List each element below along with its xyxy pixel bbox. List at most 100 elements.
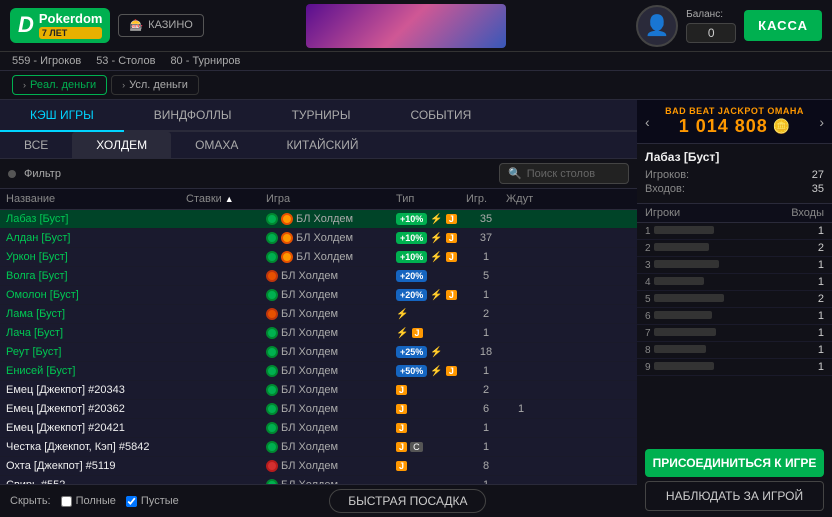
hide-label: Скрыть: <box>10 495 51 507</box>
join-button[interactable]: ПРИСОЕДИНИТЬСЯ К ИГРЕ <box>645 449 824 477</box>
bonus-badge: +20% <box>396 289 427 301</box>
jackpot-prev-icon[interactable]: ‹ <box>645 114 650 130</box>
row-type: J <box>396 422 466 434</box>
chip-icon <box>266 251 278 263</box>
table-row[interactable]: Волга [Буст] БЛ Холдем +20% 5 <box>0 267 637 286</box>
nav-windfall[interactable]: ВИНДФОЛЛЫ <box>124 100 262 132</box>
casino-label: КАЗИНО <box>148 19 193 31</box>
quick-seat-button[interactable]: БЫСТРАЯ ПОСАДКА <box>329 489 486 513</box>
player-row[interactable]: 1 1 <box>637 223 832 240</box>
nav-cash-games[interactable]: КЭШ ИГРЫ <box>0 100 124 132</box>
player-row[interactable]: 2 2 <box>637 240 832 257</box>
table-row[interactable]: Омолон [Буст] БЛ Холдем +20% ⚡ J 1 <box>0 286 637 305</box>
game-name: БЛ Холдем <box>281 327 338 339</box>
game-name: БЛ Холдем <box>281 270 338 282</box>
casino-button[interactable]: 🎰 КАЗИНО <box>118 14 203 37</box>
col-bets[interactable]: Ставки ▲ <box>186 193 266 205</box>
player-entries: 1 <box>764 327 824 339</box>
table-row[interactable]: Лабаз [Буст] БЛ Холдем +10% ⚡ J 35 <box>0 210 637 229</box>
player-row[interactable]: 7 1 <box>637 325 832 342</box>
chip-icon <box>266 346 278 358</box>
player-row[interactable]: 9 1 <box>637 359 832 376</box>
player-entries: 1 <box>764 276 824 288</box>
col-name[interactable]: Название <box>6 193 186 205</box>
table-row[interactable]: Енисей [Буст] БЛ Холдем +50% ⚡ J 1 <box>0 362 637 381</box>
watch-button[interactable]: НАБЛЮДАТЬ ЗА ИГРОЙ <box>645 481 824 511</box>
table-row[interactable]: Алдан [Буст] БЛ Холдем +10% ⚡ J 37 <box>0 229 637 248</box>
row-name: Енисей [Буст] <box>6 365 186 377</box>
row-name: Лама [Буст] <box>6 308 186 320</box>
row-players: 1 <box>466 365 506 377</box>
row-wait: 1 <box>506 403 536 415</box>
col-type[interactable]: Тип <box>396 193 466 205</box>
lightning-icon: ⚡ <box>396 328 408 339</box>
nav-events[interactable]: СОБЫТИЯ <box>380 100 501 132</box>
chip-icon <box>266 232 278 244</box>
nav-tournaments[interactable]: ТУРНИРЫ <box>262 100 381 132</box>
row-players: 35 <box>466 213 506 225</box>
lightning-icon: ⚡ <box>430 214 442 225</box>
right-panel: ‹ BAD BEAT JACKPOT OMAHA 1 014 808 🪙 › Л… <box>637 100 832 517</box>
logo-badge[interactable]: D Pokerdom 7 ЛЕТ <box>10 8 110 42</box>
empty-tables-filter[interactable]: Пустые <box>126 495 179 507</box>
row-name: Омолон [Буст] <box>6 289 186 301</box>
empty-checkbox[interactable] <box>126 496 137 507</box>
sub-nav: ВСЕ ХОЛДЕМ ОМАХА КИТАЙСКИЙ <box>0 132 637 159</box>
balance-area: Баланс: 0 <box>686 9 736 43</box>
money-tab-real[interactable]: › Реал. деньги <box>12 75 107 95</box>
kasca-button[interactable]: КАССА <box>744 10 822 41</box>
row-game: БЛ Холдем <box>266 365 396 377</box>
table-row[interactable]: Уркон [Буст] БЛ Холдем +10% ⚡ J 1 <box>0 248 637 267</box>
jackpot-next-icon[interactable]: › <box>819 114 824 130</box>
chip-icon <box>266 289 278 301</box>
table-row[interactable]: Лама [Буст] БЛ Холдем ⚡ 2 <box>0 305 637 324</box>
filter-dot[interactable] <box>8 170 16 178</box>
row-players: 1 <box>466 422 506 434</box>
row-players: 5 <box>466 270 506 282</box>
jackpot-title: BAD BEAT JACKPOT OMAHA <box>654 106 816 116</box>
col-wait[interactable]: Ждут <box>506 193 536 205</box>
money-tab-virtual-label: Усл. деньги <box>129 79 188 91</box>
table-row[interactable]: Емец [Джекпот] #20343 БЛ Холдем J 2 <box>0 381 637 400</box>
bonus-badge: +10% <box>396 251 427 263</box>
table-row[interactable]: Свирь #552 БЛ Холдем 1 <box>0 476 637 484</box>
subnav-chinese[interactable]: КИТАЙСКИЙ <box>262 132 382 158</box>
player-row[interactable]: 5 2 <box>637 291 832 308</box>
j-badge: J <box>446 252 457 262</box>
table-row[interactable]: Емец [Джекпот] #20421 БЛ Холдем J 1 <box>0 419 637 438</box>
game-name: БЛ Холдем <box>296 251 353 263</box>
player-row[interactable]: 4 1 <box>637 274 832 291</box>
avatar[interactable]: 👤 <box>636 5 678 47</box>
col-game[interactable]: Игра <box>266 193 396 205</box>
chip-icon <box>266 403 278 415</box>
player-row[interactable]: 6 1 <box>637 308 832 325</box>
subnav-all[interactable]: ВСЕ <box>0 132 72 158</box>
footer-bar: Скрыть: Полные Пустые БЫСТРАЯ ПОСАДКА <box>0 484 637 517</box>
player-name: 9 <box>645 361 764 373</box>
search-box[interactable]: 🔍 Поиск столов <box>499 163 629 184</box>
filter-label[interactable]: Фильтр <box>24 168 61 180</box>
table-row[interactable]: Емец [Джекпот] #20362 БЛ Холдем J 6 1 <box>0 400 637 419</box>
table-row[interactable]: Честка [Джекпот, Кэп] #5842 БЛ Холдем J … <box>0 438 637 457</box>
table-row[interactable]: Лача [Буст] БЛ Холдем ⚡ J 1 <box>0 324 637 343</box>
full-tables-filter[interactable]: Полные <box>61 495 116 507</box>
table-row[interactable]: Охта [Джекпот] #5119 БЛ Холдем J 8 <box>0 457 637 476</box>
row-name: Уркон [Буст] <box>6 251 186 263</box>
table-header: Название Ставки ▲ Игра Тип Игр. Ждут <box>0 189 637 210</box>
subnav-omaha[interactable]: ОМАХА <box>171 132 262 158</box>
col-players[interactable]: Игр. <box>466 193 506 205</box>
full-checkbox[interactable] <box>61 496 72 507</box>
table-row[interactable]: Реут [Буст] БЛ Холдем +25% ⚡ 18 <box>0 343 637 362</box>
row-name: Емец [Джекпот] #20343 <box>6 384 186 396</box>
player-row[interactable]: 3 1 <box>637 257 832 274</box>
info-entries-label: Входов: <box>645 183 685 195</box>
row-type: ⚡ <box>396 308 466 320</box>
row-type: +25% ⚡ <box>396 346 466 358</box>
chip-icon <box>266 308 278 320</box>
player-row[interactable]: 8 1 <box>637 342 832 359</box>
table-info-title: Лабаз [Буст] <box>645 150 824 164</box>
chip-icon <box>266 270 278 282</box>
subnav-holdem[interactable]: ХОЛДЕМ <box>72 132 171 158</box>
money-tab-virtual[interactable]: › Усл. деньги <box>111 75 199 95</box>
j-badge: J <box>396 404 407 414</box>
